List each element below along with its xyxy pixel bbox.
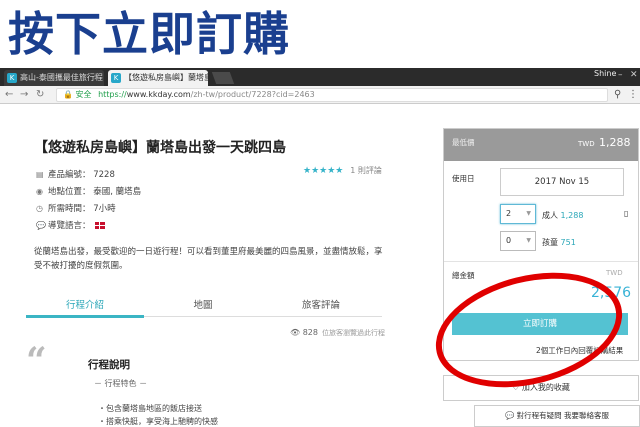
duration-label: 所需時間： [48, 204, 91, 214]
min-price-label: 最低價 [452, 138, 475, 147]
total-currency: TWD [606, 269, 623, 277]
browser-user-name[interactable]: Shine [594, 69, 616, 78]
date-label: 使用日 [452, 174, 475, 183]
close-tab-icon[interactable]: ✕ [93, 70, 100, 86]
review-count: 1 則評論 [350, 166, 382, 175]
product-code-row: ▤ 產品編號： 7228 [36, 168, 115, 180]
contact-support-button[interactable]: 💬 對行程有疑問 我要聯絡客服 [474, 405, 640, 427]
tab-map[interactable]: 地圖 [144, 297, 262, 311]
panel-divider [444, 261, 638, 262]
min-price-value: 1,288 [599, 136, 631, 149]
back-icon[interactable]: ← [5, 89, 13, 100]
chevron-down-icon: ▼ [526, 210, 531, 217]
duration-value: 7小時 [93, 204, 116, 214]
url-host: www.kkday.com [126, 90, 191, 99]
speech-bubble-icon: 💬 [36, 221, 46, 230]
language-label: 導覽語言： [48, 221, 91, 231]
browser-tab-bar: K 高山-泰國攜最佳旅行程 ✕ K 【悠遊私房島嶼】蘭塔島 ✕ Shine – … [0, 68, 640, 86]
new-tab-button[interactable] [211, 72, 235, 84]
price-header: 最低價 TWD 1,288 [444, 129, 638, 161]
date-picker[interactable]: 2017 Nov 15 [500, 168, 624, 196]
view-count: 👁 828 位旅客瀏覽過此行程 [290, 328, 385, 338]
adult-quantity-value: 2 [506, 209, 512, 218]
menu-icon[interactable]: ⋮ [628, 89, 638, 100]
product-code: 7228 [93, 170, 115, 180]
tab-itinerary[interactable]: 行程介紹 [26, 297, 144, 311]
itinerary-subtitle: － 行程特色 － [94, 379, 148, 388]
uk-flag-icon [95, 222, 106, 229]
total-label: 總金額 [452, 271, 475, 280]
clock-icon: ◷ [36, 204, 43, 213]
adult-quantity-select[interactable]: 2 ▼ [500, 204, 536, 224]
eye-icon: 👁 [290, 328, 301, 337]
itinerary-bullet: ・搭乘快艇，享受海上馳騁的快感 [98, 417, 218, 426]
page-tabs: 行程介紹 地圖 旅客評論 [26, 293, 382, 317]
currency-label: TWD [578, 140, 595, 148]
duration-row: ◷ 所需時間： 7小時 [36, 202, 116, 214]
id-card-icon: ▤ [36, 170, 44, 179]
tab-reviews[interactable]: 旅客評論 [262, 297, 380, 311]
star-rating-icon: ★★★★★ [303, 166, 344, 176]
location-row: ◉ 地點位置： 泰國, 蘭塔島 [36, 185, 141, 197]
reload-icon[interactable]: ↻ [36, 89, 44, 100]
url-input[interactable]: 🔒 安全 https://www.kkday.com/zh-tw/product… [56, 88, 608, 102]
product-description: 從蘭塔島出發，最受歡迎的一日遊行程！可以看到董里府最美麗的四島風景，並盡情放鬆，… [34, 247, 383, 271]
minimize-icon[interactable]: – [618, 70, 623, 80]
browser-tab-2[interactable]: K 【悠遊私房島嶼】蘭塔島 ✕ [108, 70, 208, 86]
view-count-label: 位旅客瀏覽過此行程 [321, 329, 385, 337]
security-label: 安全 [75, 90, 92, 99]
location-label: 地點位置： [48, 187, 91, 197]
screenshot-frame: 按下立即訂購 K 高山-泰國攜最佳旅行程 ✕ K 【悠遊私房島嶼】蘭塔島 ✕ S… [0, 0, 640, 427]
browser-tab-label: 高山-泰國攜最佳旅行程 [20, 73, 103, 82]
lock-icon: 🔒 [63, 90, 73, 99]
kkday-favicon-icon: K [7, 73, 17, 83]
location-value: 泰國, 蘭塔島 [93, 187, 142, 197]
child-price: 孩童 751 [542, 238, 576, 247]
browser-address-bar: ← → ↻ 🔒 安全 https://www.kkday.com/zh-tw/p… [0, 86, 640, 104]
extension-icon[interactable]: ⚲ [614, 89, 621, 100]
kkday-favicon-icon: K [111, 73, 121, 83]
adult-info-icon[interactable]: ▯ [624, 209, 628, 218]
annotation-heading: 按下立即訂購 [8, 7, 290, 61]
view-count-number: 828 [302, 328, 318, 337]
forward-icon[interactable]: → [20, 89, 28, 100]
url-path: /zh-tw/product/7228?cid=2463 [190, 90, 315, 99]
rating[interactable]: ★★★★★ 1 則評論 [303, 165, 382, 176]
chat-icon: 💬 [504, 411, 515, 420]
location-pin-icon: ◉ [36, 187, 43, 196]
itinerary-title: 行程說明 [88, 359, 130, 371]
itinerary-bullet: ・包含蘭塔島地區的飯店接送 [98, 404, 202, 413]
close-tab-icon[interactable]: ✕ [197, 70, 204, 86]
contact-support-label: 對行程有疑問 我要聯絡客服 [516, 411, 610, 420]
url-protocol: https:// [98, 90, 127, 99]
language-row: 💬 導覽語言： [36, 219, 106, 231]
child-quantity-value: 0 [506, 236, 512, 245]
browser-tab-label: 【悠遊私房島嶼】蘭塔島 [124, 73, 208, 82]
close-window-icon[interactable]: ✕ [630, 70, 638, 80]
chevron-down-icon: ▼ [526, 237, 531, 244]
quote-mark-icon: “ [26, 340, 47, 382]
child-quantity-select[interactable]: 0 ▼ [500, 231, 536, 251]
active-tab-indicator [26, 315, 144, 318]
browser-tab-1[interactable]: K 高山-泰國攜最佳旅行程 ✕ [4, 70, 104, 86]
adult-price: 成人 1,288 [542, 211, 584, 220]
product-code-label: 產品編號： [48, 170, 91, 180]
product-title: 【悠遊私房島嶼】蘭塔島出發一天跳四島 [34, 140, 286, 156]
